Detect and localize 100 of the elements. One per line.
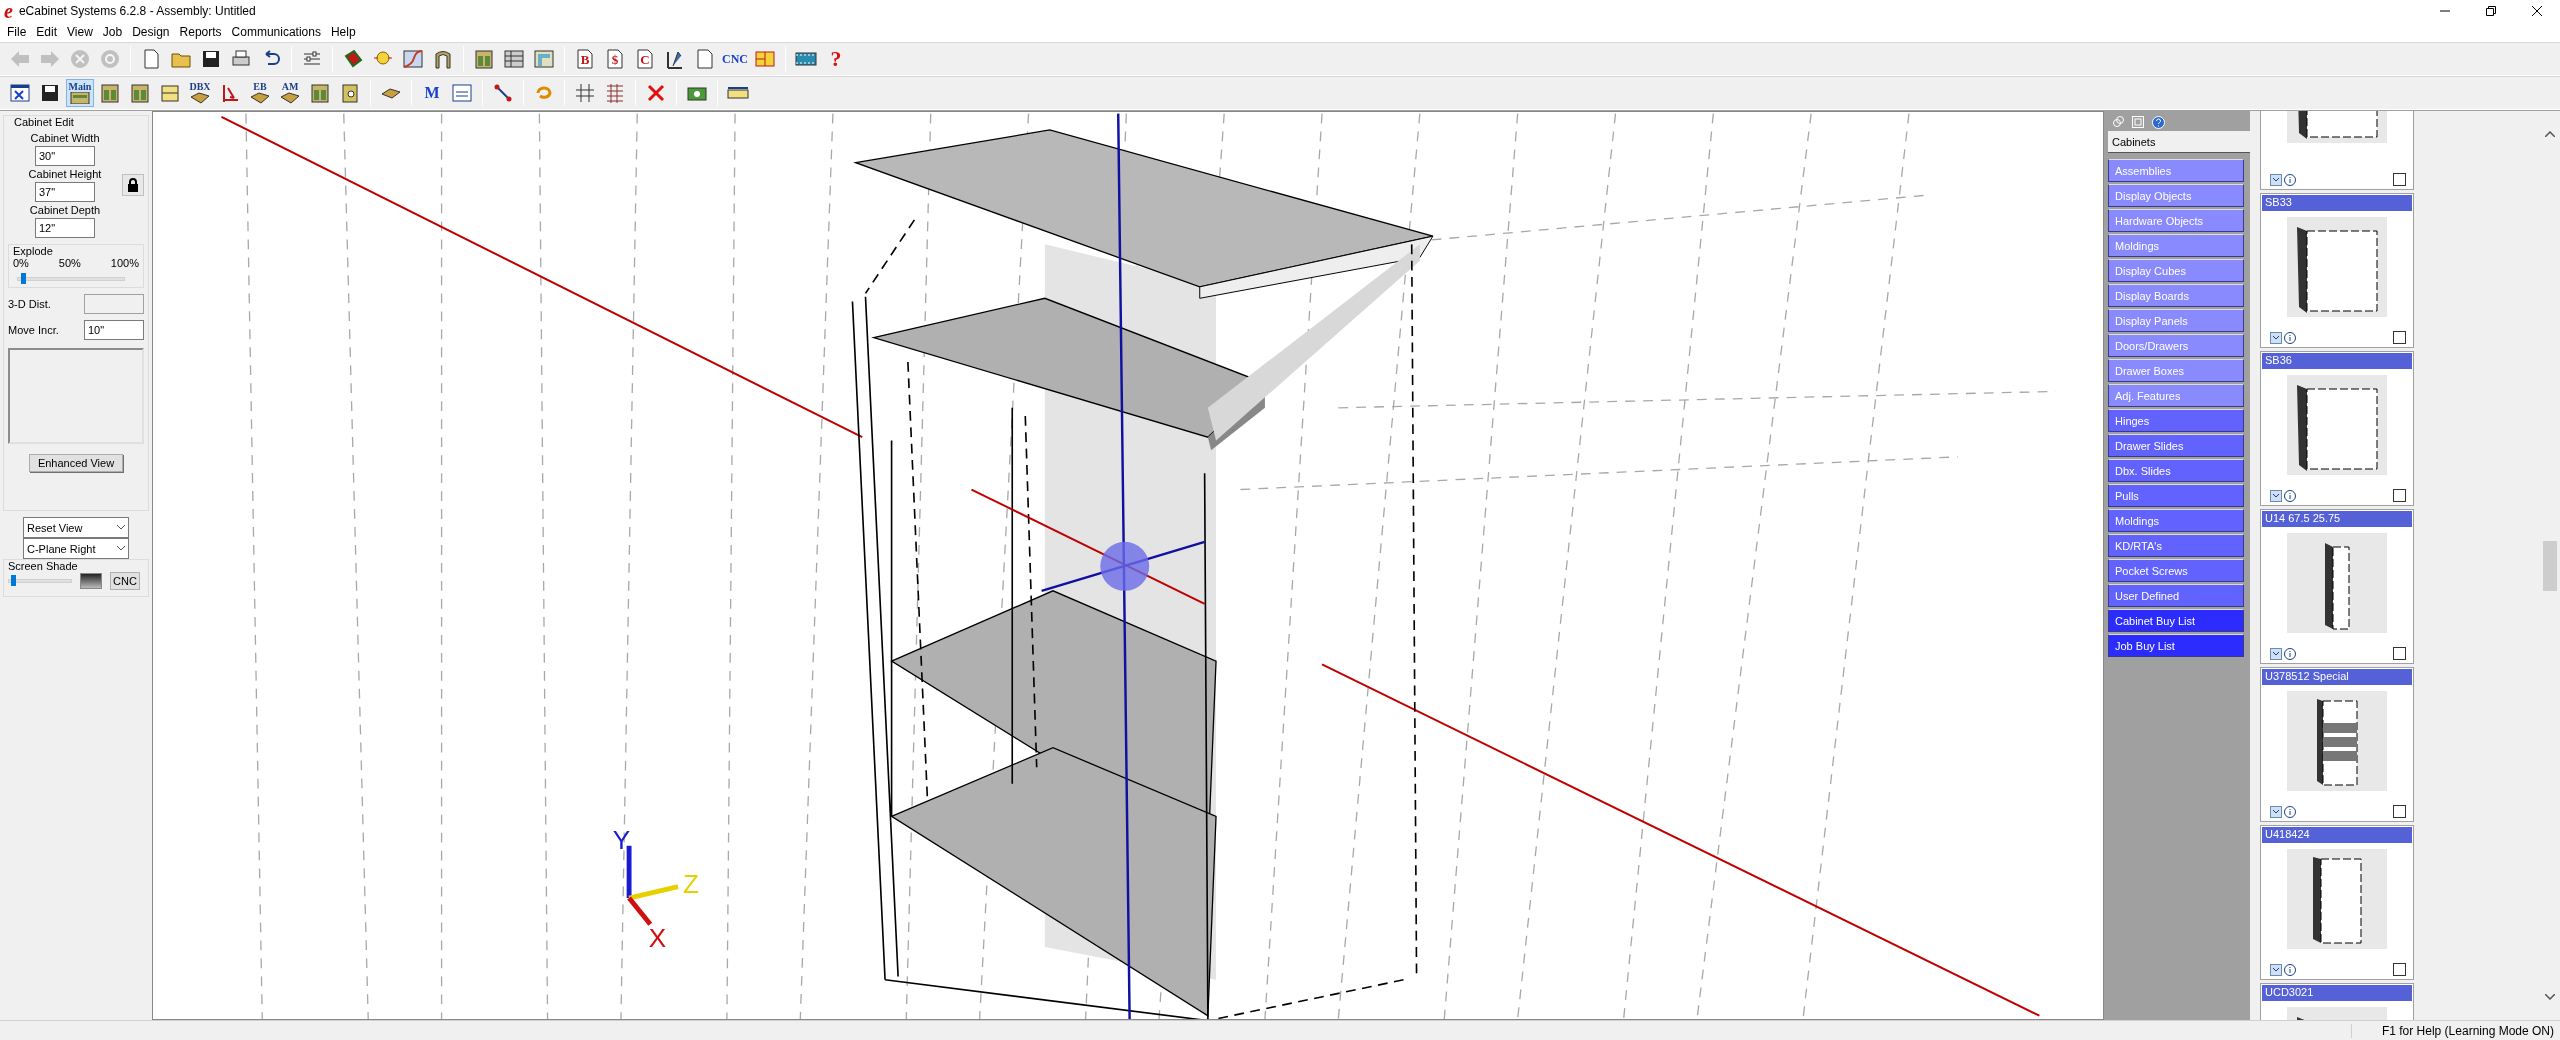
status-text: F1 for Help (Learning Mode ON) bbox=[2350, 1023, 2554, 1038]
category-button[interactable]: Pocket Screws bbox=[2108, 559, 2244, 582]
category-button[interactable]: Pulls bbox=[2108, 484, 2244, 507]
cabinet-icon bbox=[129, 82, 151, 104]
select-checkbox[interactable] bbox=[2393, 489, 2406, 502]
toolbar-button[interactable]: AM bbox=[276, 79, 304, 107]
select-checkbox[interactable] bbox=[2393, 963, 2406, 976]
group-title: Cabinet Edit bbox=[14, 116, 74, 128]
cabinet-card[interactable]: U418424 bbox=[2260, 825, 2414, 980]
category-button[interactable]: Hinges bbox=[2108, 409, 2244, 432]
dropdown-icon[interactable] bbox=[2270, 963, 2282, 976]
group-title: Explode bbox=[13, 245, 54, 257]
info-icon[interactable] bbox=[2284, 647, 2296, 660]
dropdown-icon[interactable] bbox=[2270, 805, 2282, 818]
stop-icon bbox=[69, 48, 91, 70]
panels-icon bbox=[503, 48, 525, 70]
field-label: Cabinet Width bbox=[30, 132, 100, 144]
cabinet-card[interactable]: UCD3021 bbox=[2260, 983, 2414, 1020]
dropdown-icon[interactable] bbox=[2270, 331, 2282, 344]
window-icon[interactable] bbox=[2132, 116, 2144, 128]
distance-field[interactable] bbox=[84, 294, 144, 314]
menu-item[interactable]: View bbox=[62, 25, 98, 39]
dropdown-icon[interactable] bbox=[2270, 173, 2282, 186]
cnc-button[interactable]: CNC bbox=[110, 572, 140, 590]
toolbar-button[interactable]: DBX bbox=[186, 79, 214, 107]
cabinet-card[interactable]: SB36 bbox=[2260, 351, 2414, 506]
category-button[interactable]: Cabinet Buy List bbox=[2108, 609, 2244, 632]
shade-swatch bbox=[80, 573, 102, 589]
category-button[interactable]: Moldings bbox=[2108, 509, 2244, 532]
info-icon[interactable] bbox=[2284, 489, 2296, 502]
save-icon bbox=[200, 48, 222, 70]
paint-bucket-icon bbox=[342, 48, 364, 70]
grid-icon bbox=[604, 82, 626, 104]
cabinet-icon bbox=[99, 82, 121, 104]
help-icon[interactable] bbox=[2152, 115, 2165, 129]
menu-item[interactable]: Design bbox=[127, 25, 175, 39]
category-button[interactable]: Dbx. Slides bbox=[2108, 459, 2244, 482]
info-icon[interactable] bbox=[2284, 331, 2296, 344]
menu-item[interactable]: Reports bbox=[174, 25, 227, 39]
toolbar-button[interactable]: C bbox=[631, 45, 659, 73]
document-icon bbox=[634, 48, 656, 70]
refresh-icon bbox=[99, 48, 121, 70]
chevron-down-icon bbox=[2545, 994, 2555, 1000]
category-button[interactable]: User Defined bbox=[2108, 584, 2244, 607]
scroll-thumb[interactable] bbox=[2543, 540, 2557, 591]
select-checkbox[interactable] bbox=[2393, 805, 2406, 818]
dropdown-icon[interactable] bbox=[2270, 647, 2282, 660]
lock-button[interactable] bbox=[122, 174, 144, 196]
document-icon bbox=[604, 48, 626, 70]
select-checkbox[interactable] bbox=[2393, 331, 2406, 344]
field-label: Cabinet Depth bbox=[29, 204, 101, 216]
toolbar-button[interactable]: $ bbox=[601, 45, 629, 73]
toolbar-button[interactable]: M bbox=[418, 79, 446, 107]
lock-icon bbox=[127, 178, 139, 192]
group-title: Screen Shade bbox=[8, 560, 79, 572]
cabinet-icon bbox=[309, 82, 331, 104]
info-icon[interactable] bbox=[2284, 805, 2296, 818]
dimension-field[interactable]: 12" bbox=[35, 218, 95, 238]
menu-item[interactable]: Help bbox=[325, 25, 361, 39]
toolbar-button[interactable]: Main bbox=[66, 79, 94, 107]
window-icon bbox=[9, 82, 31, 104]
catalog-tab[interactable]: Cabinets bbox=[2108, 131, 2250, 153]
cabinet-card[interactable]: U14 67.5 25.75 bbox=[2260, 509, 2414, 664]
toolbar-button[interactable]: ? bbox=[822, 45, 850, 73]
select-checkbox[interactable] bbox=[2393, 647, 2406, 660]
menu-item[interactable]: Job bbox=[97, 25, 128, 39]
select-checkbox[interactable] bbox=[2393, 173, 2406, 186]
cabinet-card[interactable]: U378512 Special bbox=[2260, 667, 2414, 822]
dimension-field[interactable]: 37" bbox=[35, 182, 95, 202]
menu-item[interactable]: Edit bbox=[31, 25, 63, 39]
chevron-up-icon bbox=[2545, 131, 2555, 137]
category-button[interactable]: KD/RTA's bbox=[2108, 534, 2244, 557]
menu-item[interactable]: File bbox=[2, 25, 32, 39]
chevron-icon bbox=[117, 525, 125, 530]
category-button[interactable]: Job Buy List bbox=[2108, 634, 2244, 657]
card-title: SB33 bbox=[2262, 195, 2412, 211]
divider-icon bbox=[574, 82, 596, 104]
dropdown[interactable]: C-Plane Right bbox=[23, 538, 129, 559]
dropdown[interactable]: Reset View bbox=[23, 517, 129, 538]
dimension-field[interactable]: 30" bbox=[35, 146, 95, 166]
toolbar-button[interactable]: CNC bbox=[721, 45, 749, 73]
hinge-icon bbox=[339, 82, 361, 104]
toolbar-button[interactable]: B bbox=[571, 45, 599, 73]
dropdown-icon[interactable] bbox=[2270, 489, 2282, 502]
slider-tick-label: 100% bbox=[110, 257, 139, 269]
toolbar-button[interactable]: EB bbox=[246, 79, 274, 107]
enhanced-view-button[interactable]: Enhanced View bbox=[28, 454, 124, 472]
window-title: eCabinet Systems 6.2.8 - Assembly: Untitled bbox=[18, 4, 256, 18]
door-frame-icon bbox=[432, 48, 454, 70]
menu-item[interactable]: Communications bbox=[226, 25, 326, 39]
info-icon[interactable] bbox=[2284, 963, 2296, 976]
shade-slider-thumb[interactable] bbox=[10, 575, 16, 586]
explode-slider-thumb[interactable] bbox=[21, 273, 27, 284]
field-label: 3-D Dist. bbox=[8, 298, 51, 310]
category-button[interactable]: Drawer Slides bbox=[2108, 434, 2244, 457]
slider-tick-label: 0% bbox=[13, 257, 29, 269]
increment-field[interactable]: 10" bbox=[84, 320, 144, 340]
field-label: Cabinet Height bbox=[28, 168, 102, 180]
cabinet-card[interactable]: SB33 bbox=[2260, 193, 2414, 348]
info-icon[interactable] bbox=[2284, 173, 2296, 186]
